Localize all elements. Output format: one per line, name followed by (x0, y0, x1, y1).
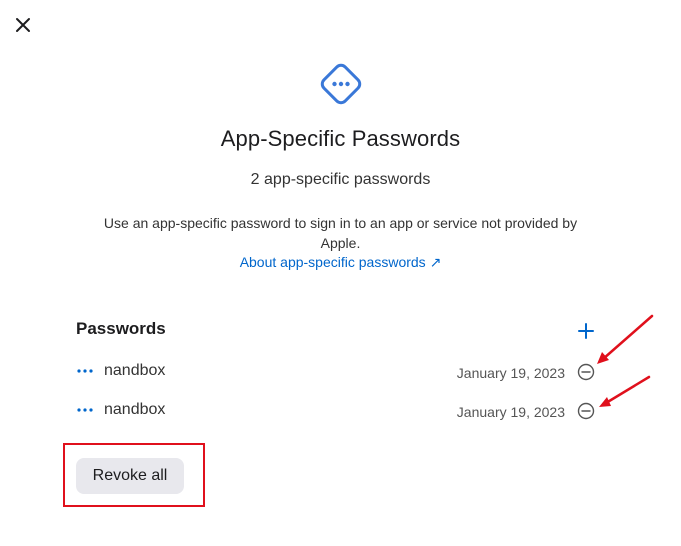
annotation-arrow (597, 314, 654, 364)
password-row: nandbox January 19, 2023 (76, 360, 600, 384)
dots-icon (77, 408, 93, 412)
minus-circle-icon (577, 402, 595, 420)
dots-icon (77, 369, 93, 373)
description-text: Use an app-specific password to sign in … (103, 215, 578, 251)
minus-circle-icon (577, 363, 595, 381)
password-name: nandbox (104, 362, 166, 379)
add-password-button[interactable] (576, 321, 596, 341)
remove-password-button[interactable] (577, 363, 595, 381)
password-date: January 19, 2023 (456, 404, 565, 420)
password-count: 2 app-specific passwords (250, 171, 431, 188)
page-title: App-Specific Passwords (220, 126, 461, 151)
password-row: nandbox January 19, 2023 (76, 399, 600, 423)
plus-icon (578, 323, 594, 339)
close-button[interactable] (12, 14, 34, 36)
password-name: nandbox (104, 401, 166, 418)
passwords-heading: Passwords (76, 319, 166, 338)
close-icon (16, 18, 30, 32)
password-date: January 19, 2023 (456, 365, 565, 381)
about-passwords-link[interactable]: About app-specific passwords ↗ (0, 254, 681, 271)
annotation-highlight-box (63, 443, 205, 507)
remove-password-button[interactable] (577, 402, 595, 420)
dots-diamond-icon (316, 59, 366, 109)
annotation-arrow (599, 375, 651, 407)
